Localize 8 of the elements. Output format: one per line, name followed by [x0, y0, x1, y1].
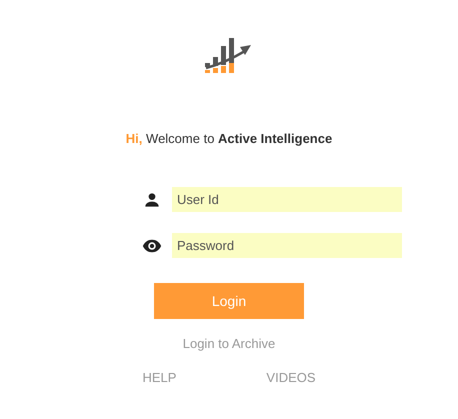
password-field[interactable]: Password	[172, 233, 402, 258]
archive-link[interactable]: Login to Archive	[182, 334, 276, 354]
user-id-field[interactable]: User Id	[172, 187, 402, 212]
welcome-text: Hi, Welcome to Active Intelligence	[126, 131, 332, 147]
nav-link[interactable]: HELP	[142, 368, 176, 387]
logo-icon	[205, 37, 253, 74]
login-button[interactable]: Login	[154, 283, 304, 319]
nav-link[interactable]: VIDEOS	[266, 368, 316, 387]
